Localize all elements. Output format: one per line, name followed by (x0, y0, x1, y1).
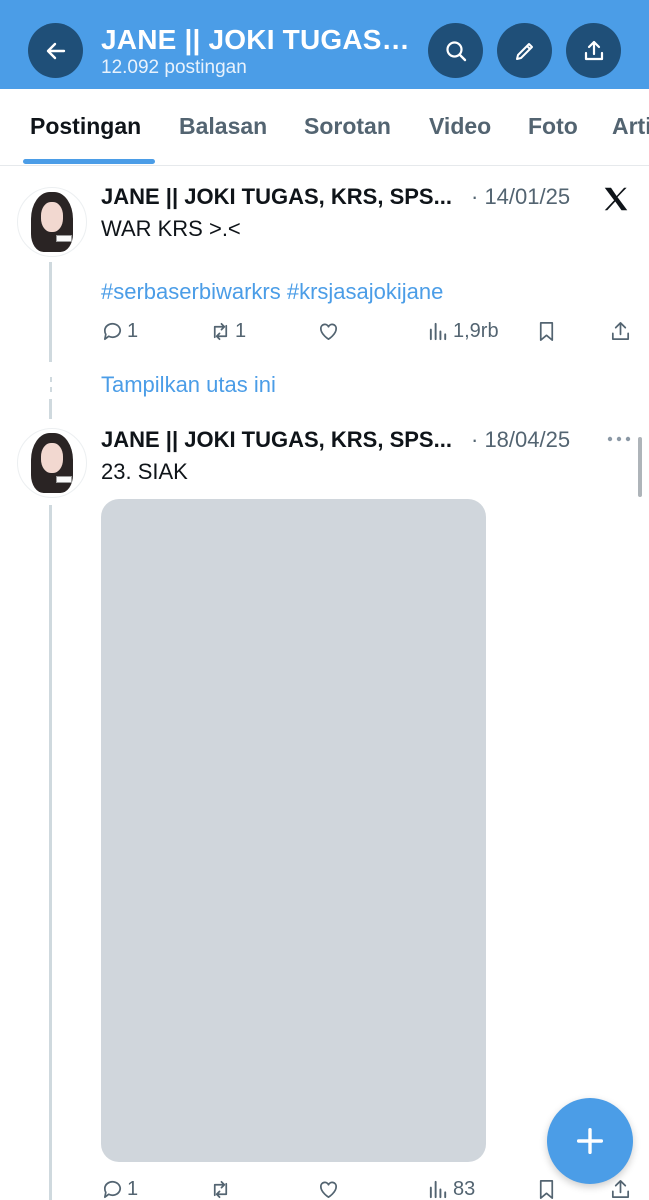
post-text: WAR KRS >.< (101, 216, 241, 241)
post-text: 23. SIAK (101, 459, 188, 484)
reply-button[interactable]: 1 (101, 320, 138, 343)
search-icon (445, 40, 466, 61)
bookmark-button[interactable] (535, 320, 558, 343)
share-post-button[interactable] (609, 320, 632, 343)
thread-line (49, 262, 52, 362)
retweet-icon (213, 322, 228, 341)
heart-icon (319, 1181, 338, 1199)
post-actions: 1 83 (101, 1178, 641, 1200)
share-profile-button[interactable] (566, 23, 621, 78)
views-button[interactable]: 83 (427, 1178, 475, 1200)
profile-header: JANE || JOKI TUGAS, KRS, SPS, dll 12.092… (0, 0, 649, 89)
post-actions: 1 1 1,9rb (101, 320, 641, 350)
post-hashtags[interactable]: #serbaserbiwarkrs #krsjasajokijane (101, 279, 443, 305)
post-count: 12.092 postingan (101, 57, 247, 78)
search-button[interactable] (428, 23, 483, 78)
tab-artikel[interactable]: Artikel (612, 113, 649, 140)
reply-icon (103, 322, 122, 341)
chart-bars-icon (429, 1180, 447, 1199)
retweet-icon (213, 1180, 228, 1199)
reply-icon (103, 1180, 122, 1199)
reply-count: 1 (127, 320, 139, 342)
post-author[interactable]: JANE || JOKI TUGAS, KRS, SPS... (101, 427, 452, 453)
heart-icon (319, 323, 338, 341)
profile-title: JANE || JOKI TUGAS, KRS, SPS, dll (101, 24, 413, 55)
bookmark-icon (539, 1180, 554, 1199)
post-date[interactable]: · 14/01/25 (471, 184, 570, 210)
like-button[interactable] (317, 320, 340, 343)
view-count: 1,9rb (453, 320, 499, 342)
bookmark-button[interactable] (535, 1178, 558, 1200)
retweet-button[interactable] (209, 1178, 232, 1200)
post-author[interactable]: JANE || JOKI TUGAS, KRS, SPS... (101, 184, 452, 210)
pencil-icon (515, 42, 533, 60)
edit-button[interactable] (497, 23, 552, 78)
retweet-count: 1 (235, 320, 247, 342)
post-date[interactable]: · 18/04/25 (471, 427, 570, 453)
reply-count: 1 (127, 1178, 139, 1200)
tab-video[interactable]: Video (429, 113, 491, 140)
thread-line (49, 399, 52, 419)
x-logo-icon (601, 184, 631, 214)
like-button[interactable] (317, 1178, 340, 1200)
share-icon (611, 1180, 630, 1199)
tab-balasan[interactable]: Balasan (179, 113, 267, 140)
tab-postingan[interactable]: Postingan (30, 113, 141, 140)
thread-dot (50, 387, 52, 392)
active-tab-indicator (23, 159, 155, 164)
plus-icon (576, 1127, 604, 1155)
share-icon (611, 322, 630, 341)
scrollbar[interactable] (638, 437, 642, 497)
tab-sorotan[interactable]: Sorotan (304, 113, 391, 140)
reply-button[interactable]: 1 (101, 1178, 138, 1200)
avatar[interactable] (17, 187, 87, 257)
arrow-left-icon (46, 42, 65, 59)
thread-line (49, 505, 52, 1200)
thread-dot (50, 377, 52, 382)
share-post-button[interactable] (609, 1178, 632, 1200)
tab-foto[interactable]: Foto (528, 113, 578, 140)
profile-tabs: Postingan Balasan Sorotan Video Foto Art… (0, 89, 649, 166)
post-media[interactable] (101, 499, 486, 1162)
avatar[interactable] (17, 428, 87, 498)
views-button[interactable]: 1,9rb (427, 320, 499, 343)
retweet-button[interactable]: 1 (209, 320, 246, 343)
more-horizontal-icon[interactable] (606, 429, 632, 449)
back-button[interactable] (28, 23, 83, 78)
share-icon (584, 40, 603, 60)
show-thread-link[interactable]: Tampilkan utas ini (101, 372, 276, 398)
compose-button[interactable] (547, 1098, 633, 1184)
chart-bars-icon (429, 322, 447, 341)
view-count: 83 (453, 1178, 476, 1200)
bookmark-icon (539, 322, 554, 341)
